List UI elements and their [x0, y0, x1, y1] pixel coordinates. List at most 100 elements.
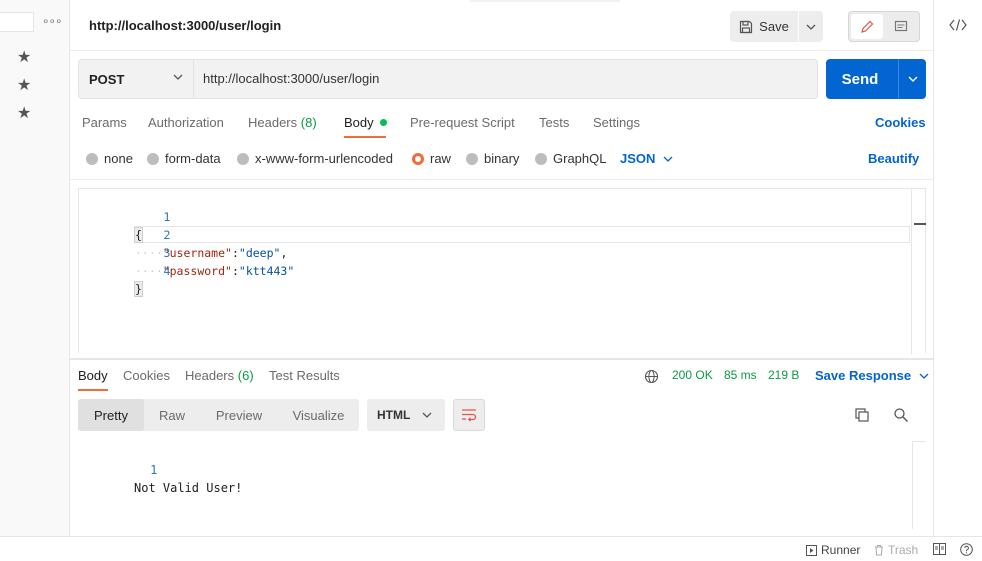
tab-pre-request-script[interactable]: Pre-request Script — [410, 115, 515, 130]
radio-button[interactable] — [466, 152, 478, 165]
copy-icon[interactable] — [853, 406, 871, 424]
search-icon[interactable] — [892, 406, 910, 424]
tab-settings[interactable]: Settings — [593, 115, 640, 130]
headers-count: (8) — [300, 115, 317, 130]
two-pane-view-icon[interactable] — [933, 543, 946, 555]
body-type-graphql[interactable]: GraphQL — [535, 151, 606, 166]
request-body-editor[interactable]: 1 { 2 ····"username":"deep", 3 ····"pass… — [78, 188, 926, 354]
tab-body[interactable]: Body — [344, 115, 387, 130]
more-options-icon[interactable]: ∘∘∘ — [42, 14, 63, 28]
scroll-marker — [914, 223, 926, 225]
sidebar-search-input[interactable] — [0, 12, 34, 32]
beautify-button[interactable]: Beautify — [868, 151, 919, 166]
globe-icon[interactable] — [644, 369, 659, 387]
documentation-mode-button[interactable] — [885, 14, 917, 39]
cookies-link[interactable]: Cookies — [875, 115, 926, 130]
request-header: http://localhost:3000/user/login Save — [70, 0, 933, 51]
edit-mode-button[interactable] — [851, 14, 883, 39]
response-tab-body[interactable]: Body — [78, 368, 108, 383]
json-comma: , — [280, 246, 288, 260]
body-indicator-dot — [379, 119, 387, 126]
trash-button[interactable]: Trash — [874, 543, 918, 557]
code-line: 1 { — [79, 190, 170, 243]
url-input[interactable]: http://localhost:3000/user/login — [203, 71, 379, 86]
json-separator: : — [231, 246, 239, 260]
response-scrollbar[interactable] — [912, 441, 926, 529]
response-language-select[interactable]: HTML — [367, 399, 445, 431]
body-type-form-data[interactable]: form-data — [147, 151, 221, 166]
divider — [70, 179, 933, 180]
response-language-label: HTML — [377, 408, 411, 422]
json-value: "deep" — [238, 246, 281, 260]
star-icon[interactable]: ★ — [17, 75, 31, 95]
chevron-down-icon — [173, 74, 183, 80]
response-size[interactable]: 219 B — [768, 368, 799, 382]
runner-icon — [806, 544, 817, 556]
format-preview[interactable]: Preview — [202, 399, 276, 431]
wrap-lines-button[interactable] — [453, 399, 485, 431]
format-pretty[interactable]: Pretty — [78, 399, 144, 431]
runner-label: Runner — [821, 543, 861, 557]
pane-resize-handle[interactable] — [70, 358, 933, 360]
method-select[interactable]: POST — [79, 60, 194, 98]
body-type-binary[interactable]: binary — [466, 151, 519, 166]
save-icon — [740, 20, 753, 33]
app-window: ∘∘∘ ★ ★ ★ http://localhost:3000/user/log… — [0, 0, 982, 561]
send-dropdown-button[interactable] — [899, 59, 926, 99]
save-response-button[interactable]: Save Response — [815, 368, 929, 383]
tab-tests[interactable]: Tests — [539, 115, 569, 130]
code-line: 2 ····"username":"deep", — [79, 208, 287, 260]
line-number: 2 — [163, 228, 171, 242]
send-button[interactable]: Send — [826, 59, 894, 99]
save-dropdown-button[interactable] — [799, 11, 823, 42]
headers-count: (6) — [237, 368, 254, 383]
code-line: 3 ····"password":"ktt443" — [79, 226, 294, 278]
code-line: 4 } — [79, 244, 170, 297]
body-type-label: GraphQL — [553, 151, 607, 166]
chevron-down-icon — [806, 24, 816, 30]
editor-scrollbar[interactable] — [911, 189, 926, 354]
response-tab-test-results[interactable]: Test Results — [269, 368, 340, 383]
json-value: "ktt443" — [238, 264, 295, 278]
tab-params[interactable]: Params — [82, 115, 127, 130]
status-bar: Runner Trash — [0, 536, 982, 561]
format-raw[interactable]: Raw — [144, 399, 200, 431]
radio-button[interactable] — [237, 152, 249, 165]
tab-authorization[interactable]: Authorization — [148, 115, 224, 130]
response-tab-cookies[interactable]: Cookies — [123, 368, 170, 383]
line-number: 1 — [163, 210, 171, 224]
json-key: "username" — [162, 246, 232, 260]
response-body-text[interactable]: Not Valid User! — [134, 479, 242, 497]
code-snippet-icon[interactable] — [949, 18, 967, 35]
tab-headers[interactable]: Headers (8) — [248, 115, 317, 130]
format-visualize[interactable]: Visualize — [278, 399, 359, 431]
status-code[interactable]: 200 OK — [672, 368, 713, 382]
radio-button[interactable] — [147, 152, 159, 165]
body-type-raw[interactable]: raw — [412, 151, 451, 166]
star-icon[interactable]: ★ — [17, 47, 31, 67]
radio-button[interactable] — [535, 152, 547, 165]
send-button-group: Send — [826, 59, 926, 99]
line-number: 1 — [150, 463, 158, 477]
body-type-urlencoded[interactable]: x-www-form-urlencoded — [237, 151, 393, 166]
radio-button[interactable] — [86, 152, 98, 165]
brace: } — [134, 281, 143, 297]
language-select[interactable]: JSON — [620, 151, 673, 166]
save-button[interactable]: Save — [730, 11, 798, 42]
active-tab-underline — [78, 389, 108, 391]
radio-button-selected[interactable] — [412, 152, 424, 165]
method-label: POST — [89, 71, 125, 87]
runner-button[interactable]: Runner — [806, 543, 860, 557]
response-body-line: 1 Not Valid User! — [70, 443, 242, 495]
star-icon[interactable]: ★ — [17, 103, 31, 123]
tab-headers-label: Headers — [248, 115, 298, 130]
body-type-label: binary — [484, 151, 520, 166]
right-sidebar — [933, 0, 982, 536]
help-icon[interactable] — [960, 543, 973, 556]
body-type-none[interactable]: none — [86, 151, 133, 166]
language-label: JSON — [620, 151, 656, 166]
response-tab-headers[interactable]: Headers (6) — [185, 368, 254, 383]
response-format-tabs: Pretty Raw Preview Visualize — [78, 399, 359, 431]
request-title[interactable]: http://localhost:3000/user/login — [89, 18, 281, 33]
response-time[interactable]: 85 ms — [724, 368, 757, 382]
